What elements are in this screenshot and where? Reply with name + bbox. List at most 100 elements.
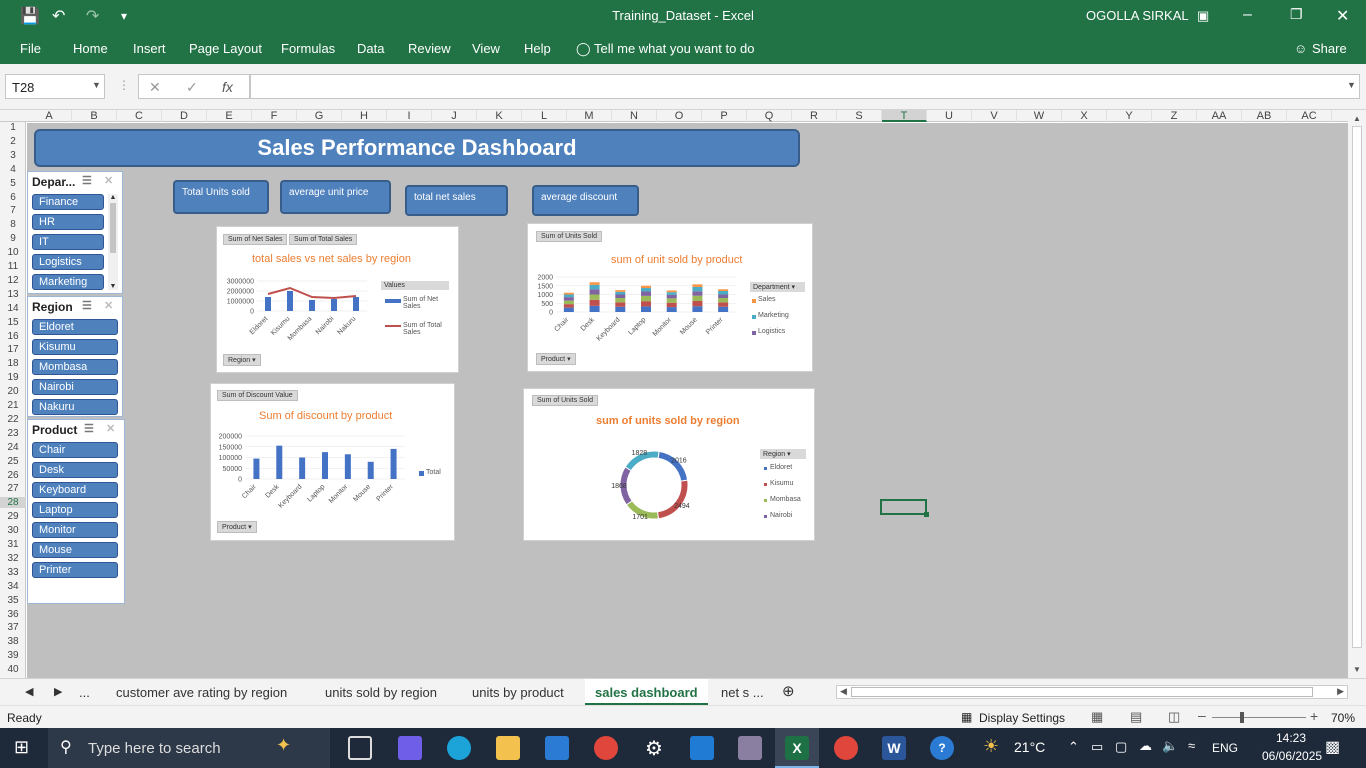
row-header[interactable]: 30: [0, 525, 26, 536]
edge-icon[interactable]: [447, 736, 471, 760]
tab-insert[interactable]: Insert: [133, 41, 166, 56]
row-header[interactable]: 28: [0, 497, 26, 509]
slicer-item-logistics[interactable]: Logistics: [32, 254, 104, 270]
slicer-item-it[interactable]: IT: [32, 234, 104, 250]
cancel-icon[interactable]: ✕: [149, 79, 161, 96]
product-field-button[interactable]: Product ▾: [536, 353, 576, 365]
row-header[interactable]: 7: [0, 205, 26, 216]
row-header[interactable]: 31: [0, 539, 26, 550]
row-header[interactable]: 35: [0, 595, 26, 606]
slicer-item-laptop[interactable]: Laptop: [32, 502, 118, 518]
row-header[interactable]: 16: [0, 331, 26, 342]
row-header[interactable]: 33: [0, 567, 26, 578]
help-icon[interactable]: ?: [930, 736, 954, 760]
scroll-thumb[interactable]: [110, 203, 116, 253]
task-view-icon[interactable]: [348, 736, 372, 760]
row-header[interactable]: 1: [0, 122, 26, 133]
region-field-button[interactable]: Region ▾: [223, 354, 261, 366]
slicer-item-chair[interactable]: Chair: [32, 442, 118, 458]
vertical-scrollbar[interactable]: ▲ ▼: [1348, 110, 1366, 678]
display-settings-button[interactable]: Display Settings: [979, 711, 1065, 725]
row-header[interactable]: 37: [0, 622, 26, 633]
slicer-item-keyboard[interactable]: Keyboard: [32, 482, 118, 498]
taskbar-excel-active[interactable]: X: [775, 728, 819, 768]
column-header[interactable]: C: [117, 110, 162, 122]
speaker-icon[interactable]: 🔈: [1162, 738, 1178, 754]
chrome-icon[interactable]: [594, 736, 618, 760]
column-header[interactable]: W: [1017, 110, 1062, 122]
clock-time[interactable]: 14:23: [1276, 731, 1306, 745]
zoom-level[interactable]: 70%: [1331, 711, 1355, 725]
search-placeholder[interactable]: Type here to search: [88, 740, 221, 757]
scroll-down-icon[interactable]: ▼: [1353, 665, 1361, 674]
column-header[interactable]: A: [27, 110, 72, 122]
restore-icon[interactable]: ❐: [1290, 6, 1303, 23]
clear-filter-icon[interactable]: ✕: [106, 422, 115, 435]
word-icon[interactable]: W: [882, 736, 906, 760]
insert-function-icon[interactable]: fx: [222, 79, 233, 95]
row-header[interactable]: 15: [0, 317, 26, 328]
store-icon[interactable]: [545, 736, 569, 760]
column-header[interactable]: H: [342, 110, 387, 122]
weather-icon[interactable]: ☀: [983, 736, 999, 757]
column-header[interactable]: V: [972, 110, 1017, 122]
column-header[interactable]: AB: [1242, 110, 1287, 122]
horizontal-scrollbar[interactable]: ◀ ▶: [836, 685, 1348, 699]
vscode-icon[interactable]: [690, 736, 714, 760]
scroll-up-icon[interactable]: ▲: [108, 194, 118, 201]
worksheet[interactable]: Sales Performance Dashboard Total Units …: [27, 123, 1348, 678]
column-header[interactable]: G: [297, 110, 342, 122]
temperature[interactable]: 21°C: [1014, 739, 1045, 755]
slicer-scrollbar[interactable]: ▲ ▼: [108, 194, 118, 290]
row-header[interactable]: 6: [0, 192, 26, 203]
row-header[interactable]: 23: [0, 428, 26, 439]
chart-units-by-region[interactable]: Sum of Units Sold sum of units sold by r…: [523, 388, 815, 541]
windows-start-icon[interactable]: ⊞: [14, 737, 29, 758]
column-header[interactable]: J: [432, 110, 477, 122]
row-header[interactable]: 25: [0, 456, 26, 467]
row-header[interactable]: 36: [0, 609, 26, 620]
app-icon[interactable]: [738, 736, 762, 760]
column-header[interactable]: D: [162, 110, 207, 122]
column-header[interactable]: T: [882, 110, 927, 122]
column-header[interactable]: K: [477, 110, 522, 122]
column-header[interactable]: R: [792, 110, 837, 122]
clear-filter-icon[interactable]: ✕: [104, 299, 113, 312]
row-header[interactable]: 12: [0, 275, 26, 286]
cloud-icon[interactable]: ☁: [1139, 738, 1152, 754]
tab-file[interactable]: File: [20, 41, 41, 56]
notifications-icon[interactable]: ▩: [1325, 737, 1340, 757]
column-header[interactable]: S: [837, 110, 882, 122]
normal-view-icon[interactable]: ▦: [1091, 709, 1103, 725]
kpi-total-units[interactable]: Total Units sold: [173, 180, 269, 214]
column-header[interactable]: AC: [1287, 110, 1332, 122]
column-header[interactable]: E: [207, 110, 252, 122]
column-header[interactable]: Q: [747, 110, 792, 122]
scroll-right-icon[interactable]: ▶: [1337, 686, 1344, 697]
row-header[interactable]: 20: [0, 386, 26, 397]
tab-data[interactable]: Data: [357, 41, 384, 56]
row-header[interactable]: 14: [0, 303, 26, 314]
multi-select-icon[interactable]: ☰: [82, 299, 92, 312]
scroll-left-icon[interactable]: ◀: [840, 686, 847, 697]
row-header[interactable]: 4: [0, 164, 26, 175]
slicer-item-finance[interactable]: Finance: [32, 194, 104, 210]
multi-select-icon[interactable]: ☰: [82, 174, 92, 187]
scroll-thumb[interactable]: [851, 687, 1313, 697]
product-field-button[interactable]: Product ▾: [217, 521, 257, 533]
copilot-sparkle-icon[interactable]: ✦: [276, 735, 291, 756]
slicer-item-kisumu[interactable]: Kisumu: [32, 339, 118, 355]
share-button[interactable]: Share: [1312, 41, 1347, 56]
column-header[interactable]: F: [252, 110, 297, 122]
kpi-total-net-sales[interactable]: total net sales: [405, 185, 508, 216]
fill-handle[interactable]: [924, 512, 929, 517]
ribbon-display-icon[interactable]: ▣: [1197, 8, 1209, 24]
slicer-item-monitor[interactable]: Monitor: [32, 522, 118, 538]
sheet-tab[interactable]: customer ave rating by region: [116, 685, 287, 700]
slicer-item-marketing[interactable]: Marketing: [32, 274, 104, 290]
display-settings-icon[interactable]: ▦: [961, 710, 972, 724]
slicer-item-mouse[interactable]: Mouse: [32, 542, 118, 558]
tab-view[interactable]: View: [472, 41, 500, 56]
column-header[interactable]: O: [657, 110, 702, 122]
column-header[interactable]: U: [927, 110, 972, 122]
